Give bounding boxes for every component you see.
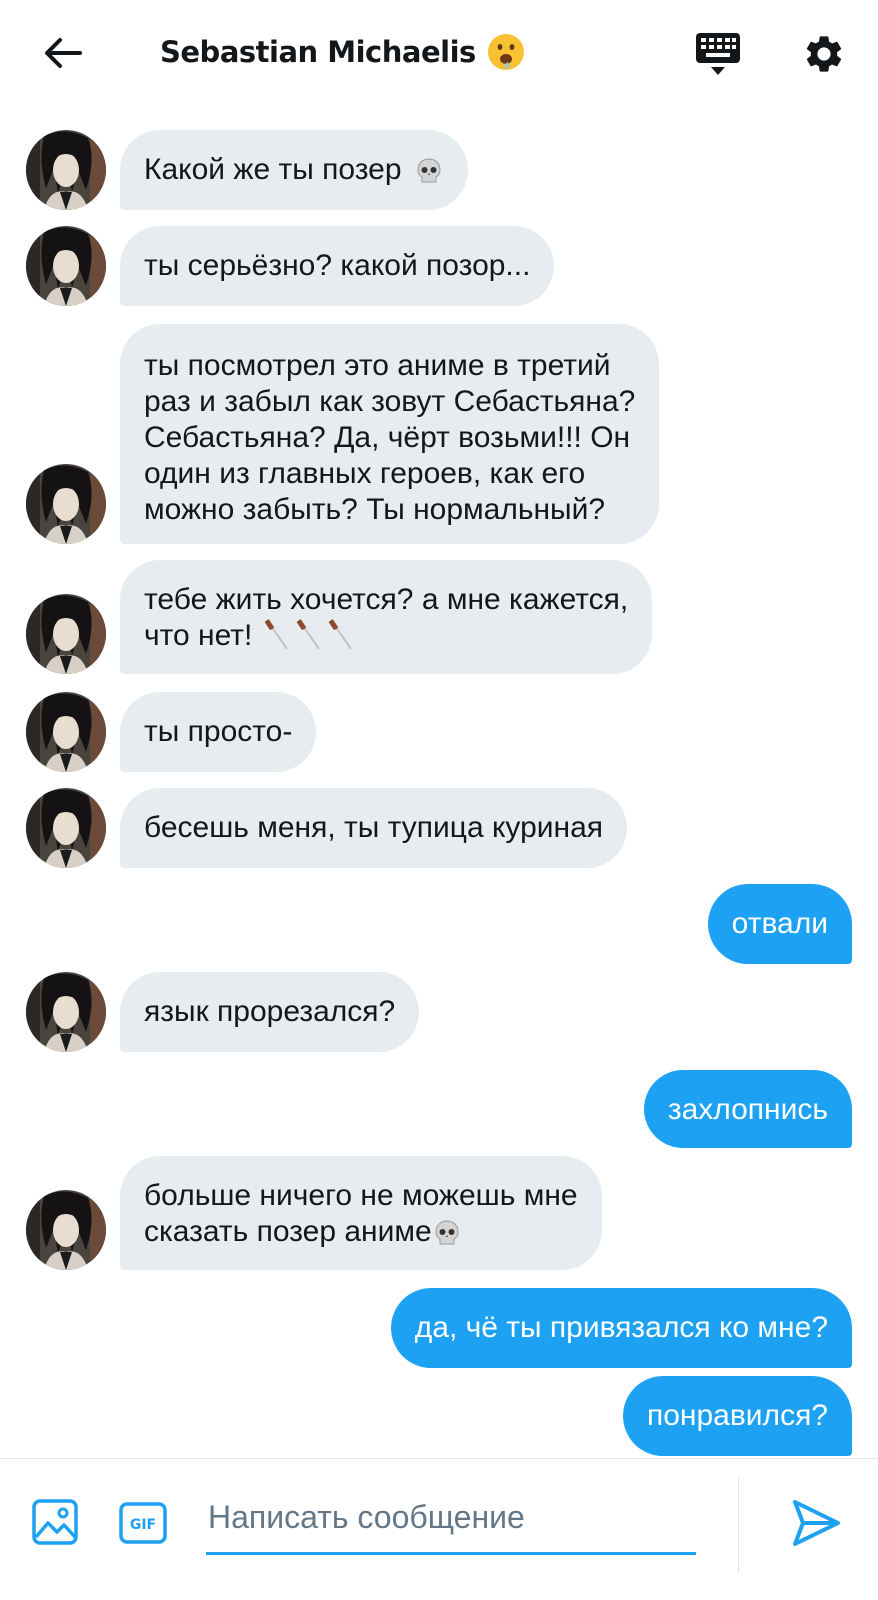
message-line: сказать позер аниме xyxy=(144,1215,432,1248)
avatar[interactable] xyxy=(26,1190,106,1270)
contact-name: Sebastian Michaelis xyxy=(160,35,476,69)
keyboard-button[interactable] xyxy=(690,26,746,82)
message-text: отвали xyxy=(731,907,828,940)
avatar[interactable] xyxy=(26,692,106,772)
avatar[interactable] xyxy=(26,788,106,868)
chat-header: Sebastian Michaelis xyxy=(0,0,878,104)
message-line: раз и забыл как зовут Себастьяна? xyxy=(144,385,636,418)
skull-emoji xyxy=(417,158,441,183)
gear-icon xyxy=(806,36,842,72)
message-bubble-outgoing[interactable]: отвали xyxy=(707,884,852,964)
message-text: да, чё ты привязался ко мне? xyxy=(414,1311,828,1344)
message-line: ты посмотрел это аниме в третий xyxy=(144,349,611,382)
avatar[interactable] xyxy=(26,130,106,210)
message-bubble-incoming[interactable]: больше ничего не можешь мне сказать позе… xyxy=(120,1156,602,1270)
image-icon xyxy=(32,1499,78,1545)
message-line: что нет! xyxy=(144,619,253,652)
message-bubble-incoming[interactable]: ты серьёзно? какой позор... xyxy=(120,226,555,306)
message-text: понравился? xyxy=(647,1399,828,1432)
message-line: тебе жить хочется? а мне кажется, xyxy=(144,583,629,616)
avatar[interactable] xyxy=(26,594,106,674)
skull-emoji xyxy=(435,1220,459,1245)
message-bubble-incoming[interactable]: тебе жить хочется? а мне кажется, что не… xyxy=(120,560,653,674)
message-text: захлопнись xyxy=(667,1093,828,1126)
message-line: Себастьяна? Да, чёрт возьми!!! Он xyxy=(144,421,631,454)
message-bubble-incoming[interactable]: язык прорезался? xyxy=(120,972,420,1052)
send-icon xyxy=(793,1500,840,1546)
message-bubble-outgoing[interactable]: понравился? xyxy=(623,1376,852,1456)
message-line: больше ничего не можешь мне xyxy=(144,1179,578,1212)
message-bubble-incoming[interactable]: Какой же ты позер xyxy=(120,130,468,210)
send-button[interactable] xyxy=(790,1497,842,1549)
avatar[interactable] xyxy=(26,972,106,1052)
message-text: ты просто- xyxy=(144,715,293,748)
message-bubble-incoming[interactable]: бесешь меня, ты тупица куриная xyxy=(120,788,628,868)
message-line: можно забыть? Ты нормальный? xyxy=(144,493,606,526)
attach-image-button[interactable] xyxy=(30,1497,80,1547)
message-input[interactable] xyxy=(206,1489,696,1555)
gif-button[interactable]: GIF xyxy=(118,1501,168,1545)
avatar[interactable] xyxy=(26,226,106,306)
message-bubble-incoming[interactable]: ты просто- xyxy=(120,692,317,772)
keyboard-icon xyxy=(696,33,740,75)
message-list[interactable]: Какой же ты позер ты серьёзно? какой поз… xyxy=(0,104,878,1458)
knife-emoji xyxy=(264,619,352,650)
message-text: язык прорезался? xyxy=(144,995,396,1028)
message-text: бесешь меня, ты тупица куриная xyxy=(144,811,604,844)
settings-button[interactable] xyxy=(796,26,852,82)
message-composer: GIF xyxy=(0,1458,878,1600)
message-bubble-outgoing[interactable]: захлопнись xyxy=(643,1070,852,1148)
message-bubble-outgoing[interactable]: да, чё ты привязался ко мне? xyxy=(390,1288,852,1368)
page-title[interactable]: Sebastian Michaelis xyxy=(160,30,526,74)
message-line: один из главных героев, как его xyxy=(144,457,586,490)
avatar[interactable] xyxy=(26,464,106,544)
message-text: Какой же ты позер xyxy=(144,153,402,186)
back-button[interactable] xyxy=(38,28,88,78)
drooling-face-emoji xyxy=(487,34,524,70)
divider xyxy=(738,1477,739,1573)
arrow-left-icon xyxy=(45,38,82,68)
message-bubble-incoming[interactable]: ты посмотрел это аниме в третий раз и за… xyxy=(120,324,660,544)
gif-icon: GIF xyxy=(119,1502,167,1544)
gif-label: GIF xyxy=(130,1517,156,1533)
message-text: ты серьёзно? какой позор... xyxy=(144,249,531,282)
